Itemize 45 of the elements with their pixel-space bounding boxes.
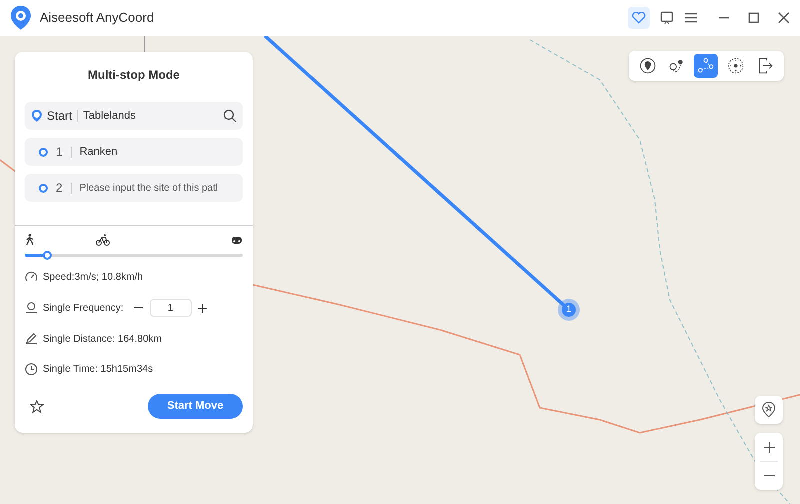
plus-icon (764, 442, 774, 452)
start-value: Tablelands (83, 108, 136, 124)
car-icon[interactable] (231, 235, 243, 245)
plus-icon (198, 304, 208, 312)
pencil-icon (25, 333, 38, 345)
time-text: Single Time: 15h15m34s (43, 362, 154, 376)
window-title: Aiseesoft AnyCoord (40, 9, 154, 28)
minus-icon (134, 307, 144, 309)
speed-text: Speed:3m/s; 10.8km/h (43, 270, 144, 284)
speed-slider-track[interactable] (25, 254, 243, 257)
panel-title: Multi-stop Mode (87, 67, 181, 84)
exit-icon (756, 57, 774, 75)
favorite-location-button[interactable] (755, 396, 783, 424)
multi-pin-route-icon (697, 57, 716, 75)
frequency-input[interactable]: 1 (150, 299, 192, 317)
joystick-icon (726, 57, 745, 75)
heart-icon (632, 12, 646, 24)
distance-text: Single Distance: 164.80km (43, 332, 162, 346)
star-icon[interactable] (30, 400, 44, 414)
speed-slider-thumb[interactable] (42, 251, 52, 260)
clock-icon (25, 362, 38, 376)
location-pin-logo-icon (10, 5, 32, 31)
maximize-icon[interactable] (748, 12, 760, 24)
start-pin-icon (31, 109, 43, 123)
bicycle-icon[interactable] (96, 234, 110, 246)
start-move-button[interactable]: Start Move (148, 394, 243, 419)
frequency-label: Single Frequency: (43, 302, 124, 316)
stop-value: Ranken (80, 144, 118, 160)
walking-icon[interactable] (25, 234, 35, 246)
search-icon[interactable] (223, 109, 237, 123)
minus-icon (764, 475, 774, 477)
close-icon[interactable] (778, 12, 790, 24)
stop-number: 1 (56, 144, 63, 161)
favorites-button[interactable] (628, 7, 650, 29)
pin-star-icon (762, 402, 776, 418)
speedometer-icon (25, 271, 38, 283)
increment-button[interactable] (196, 302, 209, 314)
start-field[interactable]: Start Tablelands (25, 102, 243, 130)
start-label: Start (47, 108, 72, 125)
stop-placeholder: Please input the site of this patl (80, 182, 218, 196)
target-pin-icon (638, 57, 657, 75)
menu-icon[interactable] (684, 12, 698, 24)
stop-field[interactable]: 2 Please input the site of this patl (25, 174, 243, 202)
stop-field[interactable]: 1 Ranken (25, 138, 243, 166)
stop-number: 2 (56, 180, 63, 197)
